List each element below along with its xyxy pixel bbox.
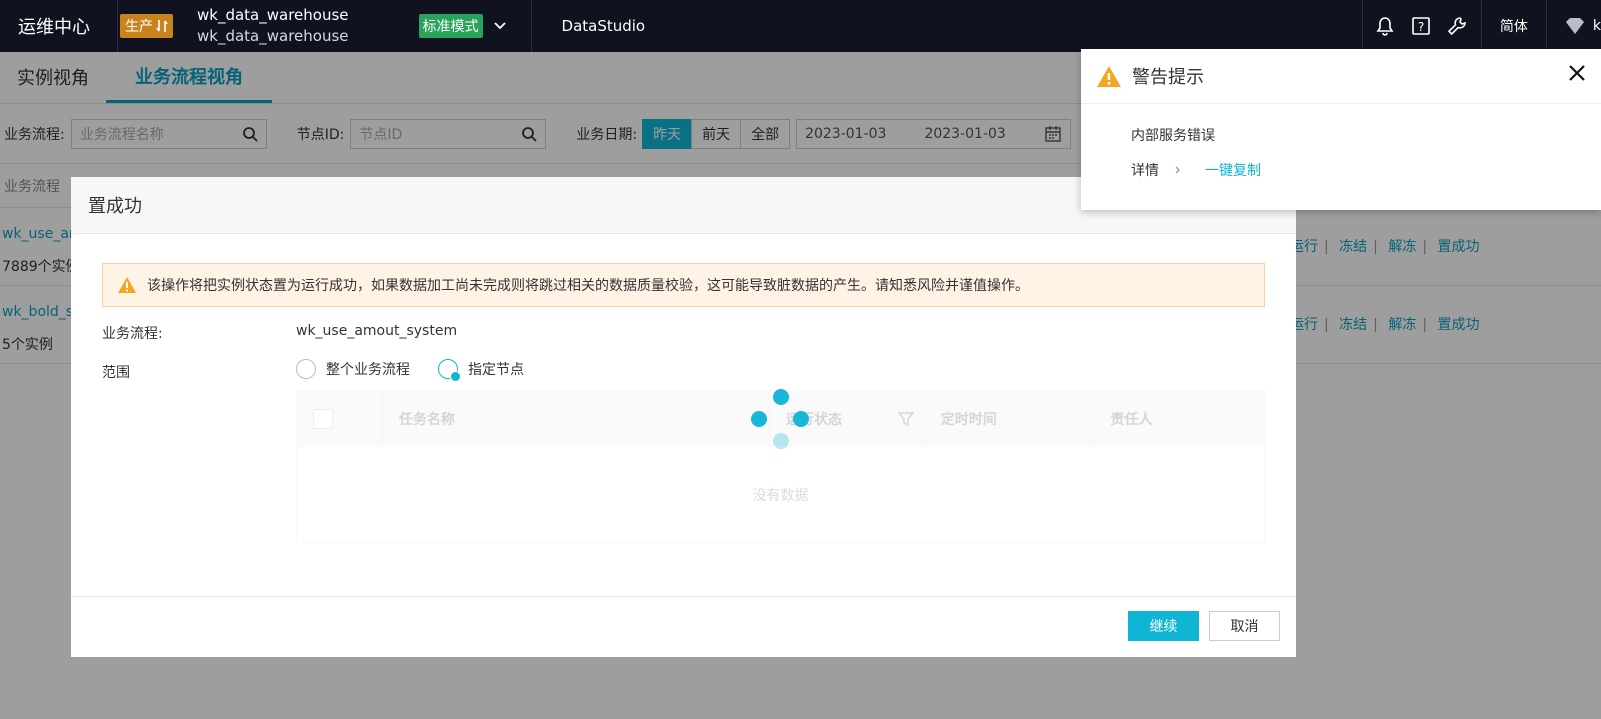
workspace-sub: wk_data_warehouse <box>197 27 349 45</box>
column-header: 责任人 <box>1110 412 1153 428</box>
notification-title: 警告提示 <box>1132 67 1204 88</box>
radio-whole-flow[interactable]: 整个业务流程 <box>296 359 410 379</box>
wrench-icon[interactable] <box>1439 0 1475 52</box>
workspace-name: wk_data_warehouse <box>197 6 349 24</box>
chevron-down-icon[interactable] <box>491 17 509 35</box>
language-switch[interactable]: 简体 <box>1480 0 1547 52</box>
radio-label: 指定节点 <box>468 362 524 378</box>
scope-field-label: 范围 <box>102 365 130 381</box>
bell-icon[interactable] <box>1367 0 1403 52</box>
svg-text:?: ? <box>1418 20 1424 34</box>
flow-field-label: 业务流程: <box>102 326 163 342</box>
notification-detail-row: 详情 一键复制 <box>1131 160 1261 180</box>
mode-badge: 标准模式 <box>418 14 483 38</box>
app-title[interactable]: 运维中心 <box>0 0 118 52</box>
env-badge[interactable]: 生产 <box>120 14 173 38</box>
spinner-dot <box>773 389 789 405</box>
column-header: 任务名称 <box>383 391 770 447</box>
spinner-dot <box>751 411 767 427</box>
warning-icon <box>1097 65 1121 87</box>
copy-button[interactable]: 一键复制 <box>1205 160 1261 180</box>
switch-arrows-icon <box>156 20 168 32</box>
warning-icon <box>118 277 136 293</box>
user-name: k <box>1592 18 1601 34</box>
dialog-footer: 继续 取消 <box>71 596 1296 657</box>
datastudio-link[interactable]: DataStudio <box>562 17 646 35</box>
top-nav-bar: 运维中心 生产 wk_data_warehouse wk_data_wareho… <box>0 0 1601 52</box>
user-menu[interactable]: k <box>1547 0 1601 52</box>
set-success-dialog: 置成功 该操作将把实例状态置为运行成功，如果数据加工尚未完成则将跳过相关的数据质… <box>71 177 1296 657</box>
filter-icon[interactable] <box>897 411 914 427</box>
spinner-dot <box>773 433 789 449</box>
divider <box>1361 0 1363 52</box>
continue-button[interactable]: 继续 <box>1128 611 1199 641</box>
flow-field-value: wk_use_amout_system <box>296 323 458 339</box>
close-icon[interactable] <box>1567 63 1587 83</box>
env-badge-label: 生产 <box>125 19 153 35</box>
radio-specific-nodes[interactable]: 指定节点 <box>438 359 524 382</box>
select-all-checkbox[interactable] <box>313 409 333 429</box>
help-icon[interactable]: ? <box>1403 0 1439 52</box>
warning-notification: 警告提示 内部服务错误 详情 一键复制 <box>1081 49 1601 210</box>
workspace-selector[interactable]: wk_data_warehouse wk_data_warehouse <box>197 5 349 47</box>
loading-spinner-icon <box>751 389 811 449</box>
detail-toggle[interactable]: 详情 <box>1131 160 1159 180</box>
chevron-right-icon[interactable] <box>1173 165 1183 175</box>
notification-message: 内部服务错误 <box>1131 128 1215 144</box>
spinner-dot <box>793 411 809 427</box>
warning-text: 该操作将把实例状态置为运行成功，如果数据加工尚未完成则将跳过相关的数据质量校验，… <box>147 278 1029 294</box>
radio-circle <box>296 359 316 379</box>
column-header: 定时时间 <box>925 391 1095 447</box>
divider <box>530 0 532 52</box>
warning-alert: 该操作将把实例状态置为运行成功，如果数据加工尚未完成则将跳过相关的数据质量校验，… <box>102 263 1265 307</box>
select-all-cell <box>297 391 383 447</box>
empty-state: 没有数据 <box>752 488 809 504</box>
notification-header: 警告提示 <box>1081 49 1601 104</box>
cancel-button[interactable]: 取消 <box>1209 611 1280 641</box>
topbar-right: ? 简体 k <box>1361 0 1601 52</box>
diamond-icon <box>1565 18 1584 34</box>
radio-circle-selected <box>438 359 461 382</box>
radio-label: 整个业务流程 <box>326 362 410 378</box>
